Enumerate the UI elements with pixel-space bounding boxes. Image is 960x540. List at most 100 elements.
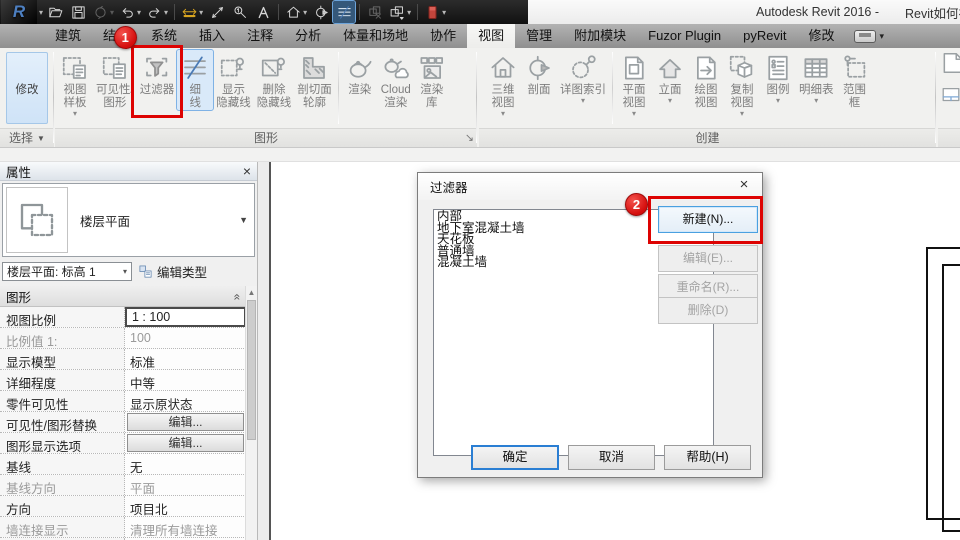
- dialog-button-编辑E: 编辑(E)...: [658, 245, 758, 272]
- modify-button[interactable]: 修改: [6, 52, 48, 124]
- property-value[interactable]: 中等: [125, 370, 246, 390]
- tab-pyRevit[interactable]: pyRevit: [732, 24, 797, 48]
- ribbon-button-复制视图[interactable]: 复制 视图 ▾: [724, 50, 760, 118]
- tab-附加模块[interactable]: 附加模块: [563, 24, 637, 48]
- chevron-down-icon[interactable]: ▾: [442, 8, 446, 17]
- chevron-down-icon[interactable]: ▾: [199, 8, 203, 17]
- measure-icon: [181, 4, 198, 21]
- title-block-icon[interactable]: [940, 84, 960, 106]
- revit-logo-icon[interactable]: R: [1, 0, 37, 24]
- tab-管理[interactable]: 管理: [515, 24, 563, 48]
- chevron-down-icon[interactable]: ▾: [110, 8, 114, 17]
- chevron-down-icon[interactable]: ▾: [581, 97, 585, 105]
- chevron-down-icon[interactable]: ▾: [501, 110, 505, 118]
- property-value-input[interactable]: 1 : 100: [125, 307, 246, 327]
- render-gallery-icon: [417, 53, 447, 83]
- tag-button[interactable]: [229, 1, 251, 23]
- edit-button[interactable]: 编辑...: [127, 413, 244, 431]
- select-panel-label[interactable]: 选择 ▼: [0, 128, 54, 147]
- tab-协作[interactable]: 协作: [419, 24, 467, 48]
- ribbon-button-显示隐藏线[interactable]: 显示 隐藏线: [213, 50, 254, 110]
- close-inactive-button[interactable]: [364, 1, 386, 23]
- close-icon[interactable]: ×: [726, 173, 762, 198]
- chevron-down-icon[interactable]: ▾: [668, 97, 672, 105]
- ribbon-button-图例[interactable]: 图例 ▾: [760, 50, 796, 105]
- fuzor-button[interactable]: ▾: [422, 1, 448, 23]
- annotation-badge-2: 2: [625, 193, 648, 216]
- edit-button[interactable]: 编辑...: [127, 434, 244, 452]
- ribbon-button-范围框[interactable]: 范围框: [837, 50, 873, 110]
- property-value[interactable]: 项目北: [125, 496, 246, 516]
- edit-type-button[interactable]: 编辑类型: [138, 262, 207, 281]
- scrollbar-thumb[interactable]: [247, 300, 256, 440]
- property-row-显示模型: 显示模型 标准: [0, 349, 246, 370]
- chevron-down-icon[interactable]: ▾: [73, 110, 77, 118]
- help-button[interactable]: 帮助(H): [664, 445, 751, 470]
- redo-button[interactable]: ▾: [144, 1, 170, 23]
- ribbon-button-Cloud渲染[interactable]: Cloud 渲染: [378, 50, 414, 110]
- ribbon-button-删除隐藏线[interactable]: 删除 隐藏线: [254, 50, 295, 110]
- section-button[interactable]: [310, 1, 332, 23]
- tab-插入[interactable]: 插入: [188, 24, 236, 48]
- open-button[interactable]: [44, 1, 66, 23]
- view-instance-combo[interactable]: 楼层平面: 标高 1 ▾: [2, 261, 132, 281]
- app-menu-caret-icon[interactable]: ▾: [39, 8, 43, 17]
- button-label: 三维: [491, 84, 515, 96]
- schedule-icon: [801, 53, 831, 83]
- ribbon-button-明细表[interactable]: 明细表 ▾: [796, 50, 837, 105]
- ribbon-button-剖面[interactable]: 剖面: [521, 50, 557, 97]
- tab-体量和场地[interactable]: 体量和场地: [332, 24, 419, 48]
- sync-button[interactable]: ▾: [90, 1, 116, 23]
- chevron-down-icon[interactable]: ▾: [814, 97, 818, 105]
- cancel-button[interactable]: 取消: [568, 445, 655, 470]
- property-row-详细程度: 详细程度 中等: [0, 370, 246, 391]
- tab-分析[interactable]: 分析: [284, 24, 332, 48]
- ribbon-button-详图索引[interactable]: 详图索引 ▾: [557, 50, 609, 105]
- ribbon-button-剖切面轮廓[interactable]: 剖切面 轮廓: [294, 50, 335, 110]
- chevron-down-icon[interactable]: ▾: [776, 97, 780, 105]
- fuzor-icon: [424, 4, 441, 21]
- undo-button[interactable]: ▾: [117, 1, 143, 23]
- property-value[interactable]: 无: [125, 454, 246, 474]
- ribbon-button-渲染库[interactable]: 渲染库: [414, 50, 450, 110]
- sheet-icon[interactable]: [940, 50, 960, 76]
- save-button[interactable]: [67, 1, 89, 23]
- ribbon-button-立面[interactable]: 立面 ▾: [652, 50, 688, 105]
- ribbon-button-平面视图[interactable]: 平面 视图 ▾: [616, 50, 652, 118]
- chevron-down-icon[interactable]: ▾: [303, 8, 307, 17]
- switch-windows-button[interactable]: ▾: [387, 1, 413, 23]
- chevron-down-icon[interactable]: ▾: [407, 8, 411, 17]
- ribbon-button-绘图视图[interactable]: 绘图 视图: [688, 50, 724, 110]
- type-selector[interactable]: 楼层平面 ▼: [2, 183, 255, 257]
- tab-注释[interactable]: 注释: [236, 24, 284, 48]
- tab-修改[interactable]: 修改: [798, 24, 846, 48]
- scroll-up-icon[interactable]: ▲: [246, 286, 257, 299]
- tab-建筑[interactable]: 建筑: [44, 24, 92, 48]
- collapse-section-icon[interactable]: «: [231, 294, 245, 299]
- ribbon-button-渲染[interactable]: 渲染: [342, 50, 378, 97]
- text-button[interactable]: [252, 1, 274, 23]
- chevron-down-icon[interactable]: ▾: [740, 110, 744, 118]
- graphics-section-header[interactable]: 图形 «: [0, 286, 246, 307]
- property-value[interactable]: 显示原状态: [125, 391, 246, 411]
- ribbon-button-三维视图[interactable]: 三维 视图 ▾: [485, 50, 521, 118]
- properties-scrollbar[interactable]: ▲: [245, 286, 257, 540]
- measure-button[interactable]: ▾: [179, 1, 205, 23]
- chevron-down-icon[interactable]: ▼: [239, 215, 248, 225]
- ribbon-collapse-button[interactable]: ▾: [846, 24, 893, 48]
- default-3d-view-button[interactable]: ▾: [283, 1, 309, 23]
- tab-视图[interactable]: 视图: [467, 24, 516, 48]
- ribbon-button-视图样板[interactable]: 视图 样板 ▾: [57, 50, 93, 118]
- dialog-launcher-icon[interactable]: ↘: [465, 131, 474, 145]
- aligned-dimension-icon: [209, 4, 226, 21]
- tab-Fuzor Plugin[interactable]: Fuzor Plugin: [637, 24, 732, 48]
- property-value[interactable]: 标准: [125, 349, 246, 369]
- ok-button[interactable]: 确定: [471, 445, 559, 470]
- thin-lines-button[interactable]: [332, 0, 357, 24]
- panel-pill-icon: [853, 29, 876, 43]
- chevron-down-icon[interactable]: ▾: [632, 110, 636, 118]
- aligned-dimension-button[interactable]: [206, 1, 228, 23]
- close-icon[interactable]: ×: [243, 163, 251, 180]
- chevron-down-icon[interactable]: ▾: [137, 8, 141, 17]
- chevron-down-icon[interactable]: ▾: [164, 8, 168, 17]
